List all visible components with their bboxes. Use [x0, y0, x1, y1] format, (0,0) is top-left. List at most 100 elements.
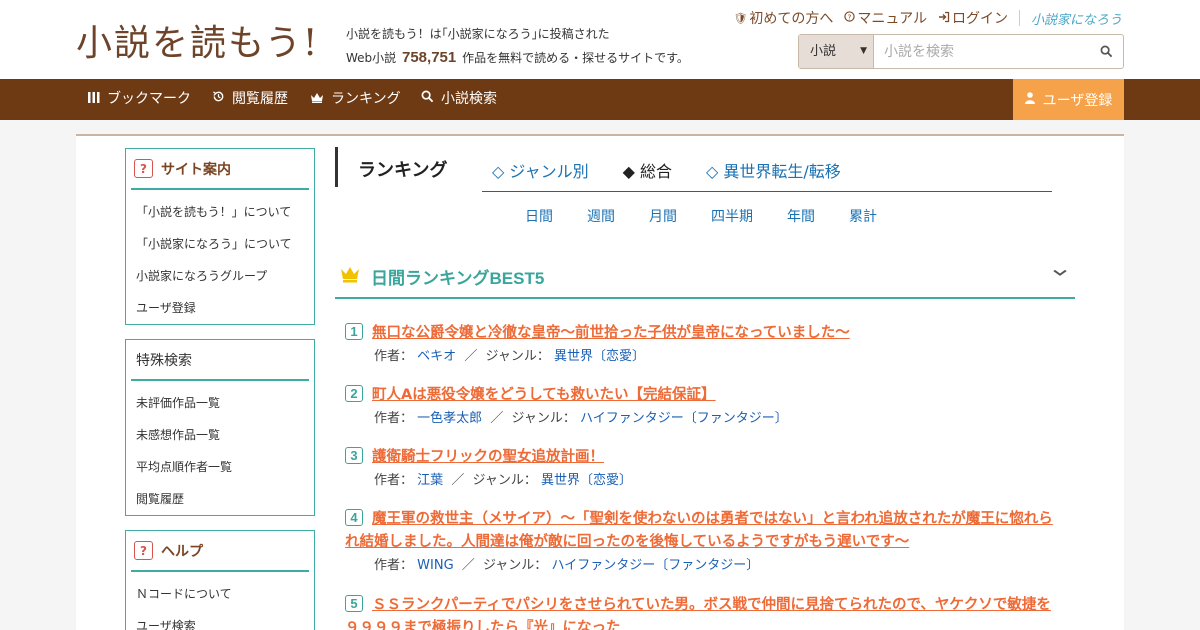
genre-link[interactable]: 異世界〔恋愛〕: [541, 473, 632, 488]
period-daily[interactable]: 日間: [525, 206, 553, 226]
tagline-line2: Web小説 758,751 作品を無料で読める・探せるサイトです。: [346, 46, 689, 70]
dropdown-arrow-icon: ▼: [860, 46, 867, 56]
special-search-list: 未評価作品一覧 未感想作品一覧 平均点順作者一覧 閲覧履歴: [126, 381, 314, 515]
rank-badge: 1: [345, 323, 363, 340]
nav-bookmark-label: ブックマーク: [107, 91, 191, 107]
login-icon: [938, 11, 950, 26]
help-list: Ｎコードについて ユーザ検索: [126, 572, 314, 630]
search-icon: [1100, 45, 1112, 58]
manual-link[interactable]: ? マニュアル: [844, 8, 927, 28]
nav-register-label: ユーザ登録: [1042, 92, 1113, 109]
user-icon: [1024, 91, 1035, 108]
search-icon: [421, 79, 434, 120]
site-guide-heading: ? サイト案内: [131, 149, 309, 190]
nav-search[interactable]: 小説検索: [421, 79, 497, 120]
help-title: ヘルプ: [161, 543, 203, 560]
author-link[interactable]: ベキオ: [417, 349, 456, 364]
novel-meta: 作者： 江葉 ／ ジャンル： 異世界〔恋愛〕: [345, 471, 1065, 491]
sidebar-item-no-reviews[interactable]: 未感想作品一覧: [126, 419, 314, 451]
nav-search-label: 小説検索: [441, 91, 497, 107]
sidebar-item-ncode[interactable]: Ｎコードについて: [126, 578, 314, 610]
manual-label: マニュアル: [857, 11, 927, 27]
header-links: 🛡︎ 初めての方へ ? マニュアル ログイン 小説家になろう: [733, 8, 1122, 28]
site-logo[interactable]: 小説を読もう!: [76, 14, 319, 66]
period-tabs: 日間 週間 月間 四半期 年間 累計: [525, 206, 911, 226]
meta-separator: ／: [461, 558, 475, 573]
nav-history[interactable]: 閲覧履歴: [212, 79, 288, 120]
sidebar-special-search: 特殊検索 未評価作品一覧 未感想作品一覧 平均点順作者一覧 閲覧履歴: [125, 339, 315, 516]
sidebar-item-about-yomou[interactable]: 「小説を読もう！」について: [126, 196, 314, 228]
novel-title-link[interactable]: 町人Aは悪役令嬢をどうしても救いたい【完結保証】: [345, 384, 1065, 407]
sidebar-item-narou-group[interactable]: 小説家になろうグループ: [126, 260, 314, 292]
genre-label: ジャンル：: [472, 473, 537, 488]
genre-link[interactable]: ハイファンタジー〔ファンタジー〕: [580, 411, 788, 426]
genre-label: ジャンル：: [485, 349, 550, 364]
chevron-down-icon[interactable]: [1053, 265, 1067, 281]
crown-icon: [340, 265, 360, 287]
site-header: 小説を読もう! 小説を読もう！は｢小説家になろう｣に投稿された Web小説 75…: [0, 0, 1200, 79]
sidebar-item-user-search[interactable]: ユーザ検索: [126, 610, 314, 630]
search-category-select[interactable]: 小説 ▼: [799, 35, 874, 68]
first-time-label: 初めての方へ: [749, 11, 834, 27]
ranking-entry: 5 ＳＳランクパーティでパシリをさせられていた男。ボス戦で仲間に見捨てられたので…: [345, 594, 1065, 630]
nav-register-button[interactable]: ユーザ登録: [1013, 79, 1124, 120]
tab-overall[interactable]: ◆ 総合: [623, 158, 672, 182]
genre-label: ジャンル：: [482, 558, 548, 573]
narou-logo-link[interactable]: 小説家になろう: [1031, 9, 1122, 28]
sidebar-site-guide: ? サイト案内 「小説を読もう！」について 「小説家になろう」について 小説家に…: [125, 148, 315, 325]
author-link[interactable]: WING: [417, 558, 454, 573]
login-link[interactable]: ログイン: [938, 8, 1008, 28]
search-box: 小説 ▼: [798, 34, 1124, 69]
novel-meta: 作者： WING ／ ジャンル： ハイファンタジー〔ファンタジー〕: [345, 556, 1065, 576]
author-link[interactable]: 江葉: [417, 473, 443, 488]
ranking-tabs: ◇ ジャンル別 ◆ 総合 ◇ 異世界転生/転移: [492, 158, 875, 182]
novel-title-link[interactable]: 魔王軍の救世主（メサイア）～「聖剣を使わないのは勇者ではない」と言われ追放された…: [345, 508, 1065, 554]
meta-separator: ／: [451, 473, 465, 488]
author-label: 作者：: [374, 411, 414, 426]
sidebar-item-history[interactable]: 閲覧履歴: [126, 483, 314, 515]
period-yearly[interactable]: 年間: [787, 206, 815, 226]
site-tagline: 小説を読もう！は｢小説家になろう｣に投稿された Web小説 758,751 作品…: [346, 22, 689, 70]
search-button[interactable]: [1089, 35, 1123, 68]
period-quarterly[interactable]: 四半期: [711, 206, 753, 226]
first-time-link[interactable]: 🛡︎ 初めての方へ: [733, 8, 833, 28]
tagline-prefix: Web小説: [346, 51, 397, 65]
sidebar-item-unrated[interactable]: 未評価作品一覧: [126, 387, 314, 419]
novel-meta: 作者： 一色孝太郎 ／ ジャンル： ハイファンタジー〔ファンタジー〕: [345, 409, 1065, 429]
genre-link[interactable]: 異世界〔恋愛〕: [554, 349, 645, 364]
genre-link[interactable]: ハイファンタジー〔ファンタジー〕: [551, 558, 759, 573]
question-circle-icon: ?: [844, 11, 856, 25]
novel-title-link[interactable]: 護衛騎士フリックの聖女追放計画！: [345, 446, 1065, 469]
period-total[interactable]: 累計: [849, 206, 877, 226]
search-category-value: 小説: [810, 44, 837, 59]
nav-ranking[interactable]: ランキング: [310, 79, 401, 120]
novel-title-link[interactable]: 無口な公爵令嬢と冷徹な皇帝～前世拾った子供が皇帝になっていました～: [345, 322, 1065, 345]
nav-history-label: 閲覧履歴: [232, 91, 288, 107]
sidebar-item-register[interactable]: ユーザ登録: [126, 292, 314, 324]
rank-badge: 4: [345, 509, 363, 526]
tagline-line1: 小説を読もう！は｢小説家になろう｣に投稿された: [346, 27, 610, 41]
nav-ranking-label: ランキング: [331, 91, 401, 107]
period-weekly[interactable]: 週間: [587, 206, 615, 226]
ranking-title: ランキング: [358, 160, 448, 181]
author-link[interactable]: 一色孝太郎: [417, 411, 482, 426]
search-input[interactable]: [874, 35, 1089, 68]
content-card: ? サイト案内 「小説を読もう！」について 「小説家になろう」について 小説家に…: [76, 134, 1124, 630]
period-monthly[interactable]: 月間: [649, 206, 677, 226]
rank-badge: 3: [345, 447, 363, 464]
tagline-suffix: 作品を無料で読める・探せるサイトです。: [462, 51, 689, 65]
sidebar-item-avg-score-authors[interactable]: 平均点順作者一覧: [126, 451, 314, 483]
best5-header[interactable]: 日間ランキングBEST5: [335, 255, 1075, 299]
nav-bookmark[interactable]: ブックマーク: [88, 79, 191, 120]
rank-badge: 2: [345, 385, 363, 402]
tab-genre[interactable]: ◇ ジャンル別: [492, 158, 589, 182]
tabs-divider: [482, 191, 1052, 192]
header-link-divider: [1018, 10, 1020, 26]
novel-title-link[interactable]: ＳＳランクパーティでパシリをさせられていた男。ボス戦で仲間に見捨てられたので、ヤ…: [345, 594, 1065, 630]
ranking-entry: 3 護衛騎士フリックの聖女追放計画！ 作者： 江葉 ／ ジャンル： 異世界〔恋愛…: [345, 446, 1065, 491]
tab-isekai[interactable]: ◇ 異世界転生/転移: [706, 158, 841, 182]
sidebar-item-about-narou[interactable]: 「小説家になろう」について: [126, 228, 314, 260]
login-label: ログイン: [951, 11, 1008, 27]
genre-label: ジャンル：: [511, 411, 576, 426]
crown-icon: [310, 79, 324, 120]
